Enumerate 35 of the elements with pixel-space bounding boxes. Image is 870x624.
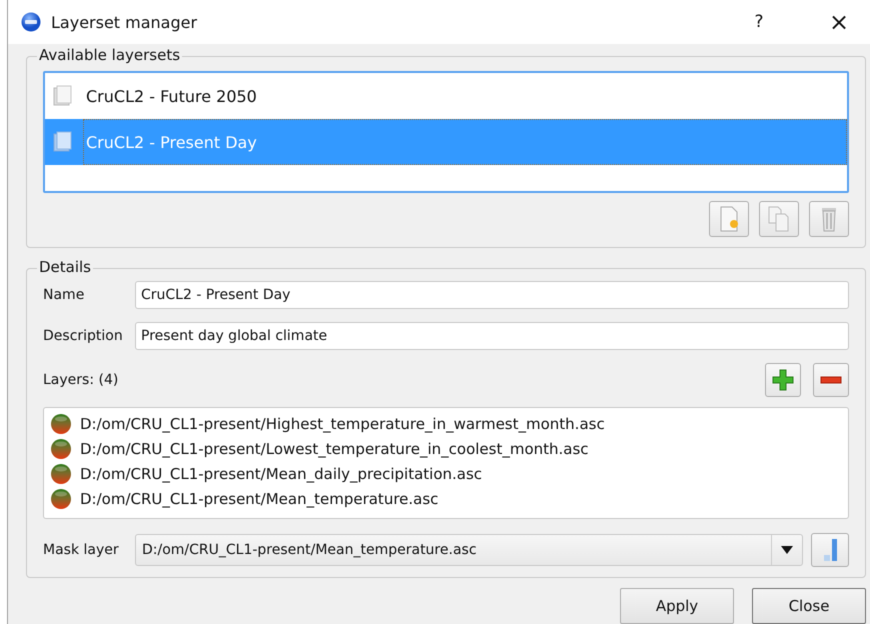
field-label: Mask layer (43, 542, 120, 558)
dialog-button[interactable]: Close (752, 588, 866, 624)
window-title: Layerset manager (51, 12, 198, 32)
dialog-button[interactable]: Apply (620, 588, 734, 624)
raster-layer-icon (50, 412, 72, 434)
trash-icon (820, 206, 838, 232)
group-title: Available layersets (37, 46, 182, 64)
raster-layer-icon (50, 488, 72, 510)
remove-icon (820, 376, 842, 384)
browse-layer-button[interactable] (811, 533, 849, 567)
layer-path[interactable]: D:/om/CRU_CL1-present/Mean_temperature.asc (80, 490, 438, 508)
raster-layer-icon (50, 462, 72, 484)
layer-path[interactable]: D:/om/CRU_CL1-present/Lowest_temperature_in_coolest_month.asc (80, 440, 589, 458)
delete-layerset-button[interactable] (809, 201, 849, 237)
add-icon (772, 369, 794, 391)
new-layerset-button[interactable] (709, 201, 749, 237)
layerset-item[interactable]: CruCL2 - Future 2050 (45, 73, 847, 119)
copy-icon (767, 206, 791, 232)
raster-layer-icon (50, 438, 72, 460)
layer-path[interactable]: D:/om/CRU_CL1-present/Highest_temperature_in_warmest_month.asc (80, 414, 605, 432)
mask-layer-dropdown[interactable]: D:/om/CRU_CL1-present/Mean_temperature.asc (135, 534, 803, 566)
app-logo-icon (21, 12, 41, 32)
field-label: Description (43, 328, 124, 344)
remove-layer-button[interactable] (813, 363, 849, 397)
help-button[interactable]: ? (749, 12, 769, 32)
dropdown-caret-icon (781, 546, 793, 554)
description-field[interactable]: Present day global climate (135, 322, 849, 350)
layer-path[interactable]: D:/om/CRU_CL1-present/Mean_daily_precipitation.asc (80, 464, 482, 482)
copy-layerset-button[interactable] (759, 201, 799, 237)
field-label: Name (43, 287, 86, 303)
close-button[interactable]: × (827, 10, 851, 34)
name-field[interactable]: CruCL2 - Present Day (135, 281, 849, 309)
layers-label: Layers: (4) (43, 372, 118, 388)
new-document-icon (718, 206, 740, 232)
add-layer-button[interactable] (765, 363, 801, 397)
